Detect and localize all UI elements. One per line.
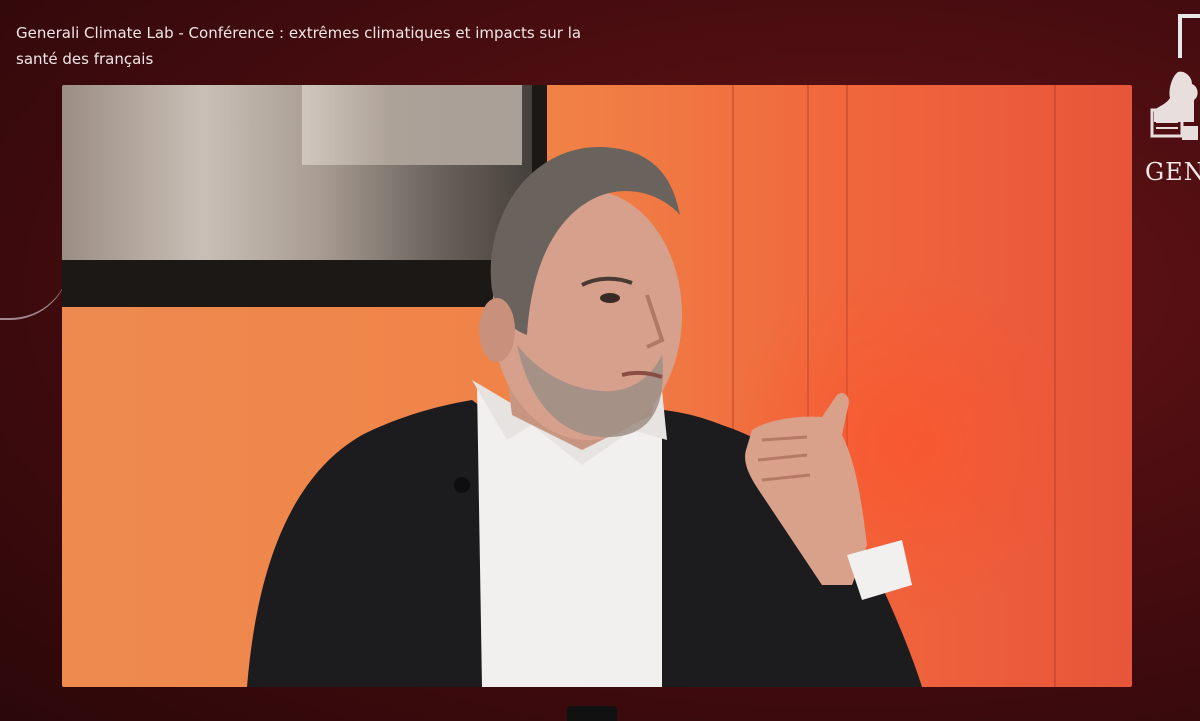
speaker-image: [247, 146, 922, 687]
decorative-curve: [0, 240, 70, 320]
fullscreen-corner-icon[interactable]: [1178, 14, 1200, 58]
title-bar: Generali Climate Lab - Conférence : extr…: [0, 0, 620, 80]
video-player[interactable]: [62, 85, 1132, 687]
lion-of-saint-mark-icon: [1150, 71, 1198, 140]
presentation-screen: Generali Climate Lab - Conférence : extr…: [0, 0, 1200, 721]
video-title: Generali Climate Lab - Conférence : extr…: [16, 24, 582, 68]
generali-logo: GENERALI: [1142, 70, 1200, 190]
monitor-stand: [567, 706, 617, 721]
logo-wordmark: GENERALI: [1145, 158, 1200, 186]
